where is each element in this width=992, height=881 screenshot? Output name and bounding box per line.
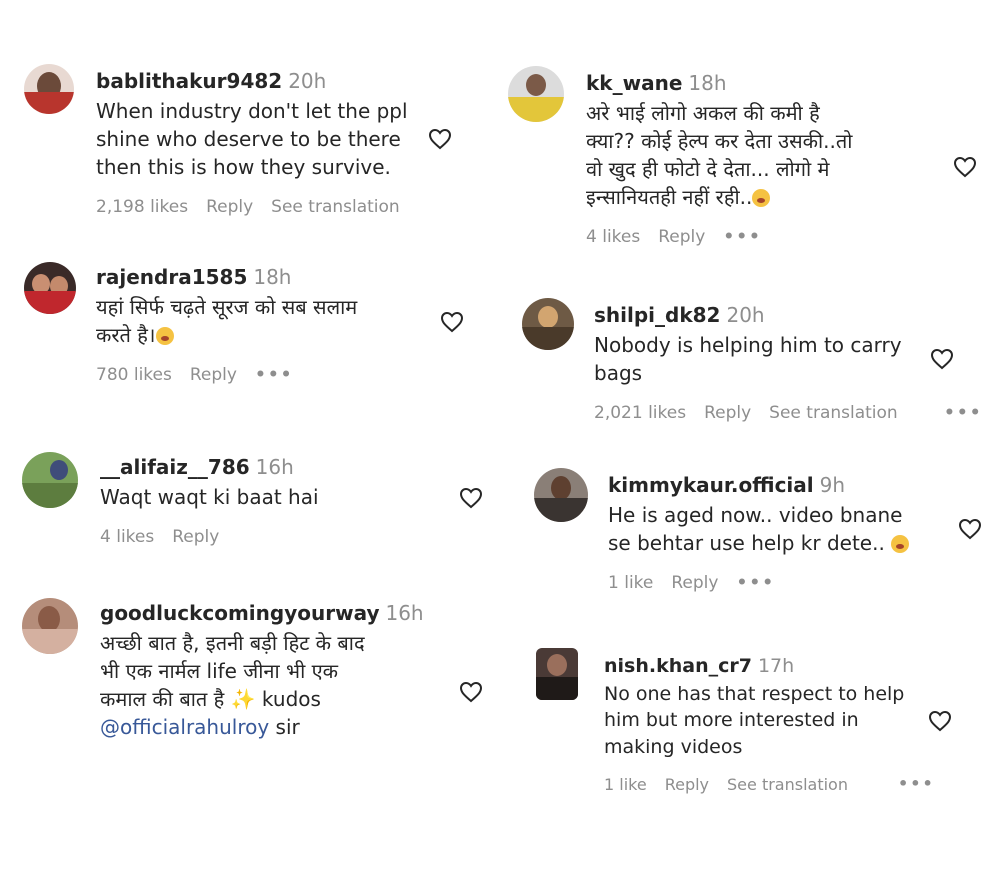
timestamp: 17h — [757, 655, 795, 677]
username[interactable]: rajendra1585 — [96, 265, 247, 289]
comment-text-line: se behtar use help kr dete.. — [608, 531, 885, 555]
likes-count[interactable]: 1 like — [604, 775, 647, 794]
comment-text-line: अरे भाई लोगो अकल की कमी है — [586, 101, 820, 125]
username[interactable]: shilpi_dk82 — [594, 303, 720, 327]
timestamp: 18h — [253, 265, 292, 289]
comment-text-line: इन्सानियतही नहीं रही.. — [586, 185, 753, 209]
timestamp: 9h — [819, 473, 846, 497]
avatar[interactable] — [22, 452, 78, 508]
heart-outline-icon[interactable] — [459, 681, 483, 703]
likes-count[interactable]: 780 likes — [96, 365, 172, 385]
comment-text-line: making videos — [604, 736, 743, 759]
comment-text-line: No one has that respect to help — [604, 682, 905, 705]
more-options-button[interactable]: ••• — [736, 573, 775, 593]
comment-text-line: He is aged now.. video bnane — [608, 503, 903, 527]
mention-link[interactable]: @officialrahulroy — [100, 715, 269, 739]
avatar[interactable] — [22, 598, 78, 654]
comment-text-line: shine who deserve to be there — [96, 127, 401, 151]
likes-count[interactable]: 4 likes — [100, 527, 154, 547]
avatar[interactable] — [508, 66, 564, 122]
heart-outline-icon[interactable] — [928, 710, 952, 732]
username[interactable]: __alifaiz__786 — [100, 455, 250, 479]
more-options-button[interactable]: ••• — [944, 403, 983, 423]
see-translation-link[interactable]: See translation — [769, 403, 898, 423]
heart-outline-icon[interactable] — [428, 128, 452, 150]
avatar[interactable] — [522, 298, 574, 350]
comment-text-line: bags — [594, 361, 643, 385]
see-translation-link[interactable]: See translation — [271, 197, 400, 217]
comment-text-line: Waqt waqt ki baat hai — [100, 485, 319, 509]
comment-text-line: him but more interested in — [604, 709, 859, 732]
timestamp: 20h — [726, 303, 765, 327]
heart-outline-icon[interactable] — [440, 311, 464, 333]
reply-button[interactable]: Reply — [665, 775, 709, 794]
more-options-button[interactable]: ••• — [898, 774, 935, 793]
timestamp: 16h — [385, 601, 424, 625]
more-options-button[interactable]: ••• — [723, 227, 762, 247]
username[interactable]: kimmykaur.official — [608, 473, 814, 497]
comment-text-line: वो खुद ही फोटो दे देता... लोगो मे — [586, 157, 830, 181]
username[interactable]: kk_wane — [586, 71, 682, 95]
avatar[interactable] — [536, 648, 578, 700]
likes-count[interactable]: 2,198 likes — [96, 197, 188, 217]
emoji-icon — [155, 327, 174, 345]
heart-outline-icon[interactable] — [459, 487, 483, 509]
comment-text-line: करते है। — [96, 323, 156, 347]
reply-button[interactable]: Reply — [190, 365, 237, 385]
more-options-button[interactable]: ••• — [255, 365, 294, 385]
comment-text-line: then this is how they survive. — [96, 155, 391, 179]
sparkles-icon: ✨ — [230, 687, 256, 711]
reply-button[interactable]: Reply — [172, 527, 219, 547]
avatar[interactable] — [24, 64, 74, 114]
username[interactable]: nish.khan_cr7 — [604, 655, 752, 677]
likes-count[interactable]: 1 like — [608, 573, 653, 593]
heart-outline-icon[interactable] — [930, 348, 954, 370]
username[interactable]: goodluckcomingyourway — [100, 601, 379, 625]
likes-count[interactable]: 4 likes — [586, 227, 640, 247]
timestamp: 20h — [288, 69, 327, 93]
username[interactable]: bablithakur9482 — [96, 69, 282, 93]
comment-text-line: कमाल की बात है — [100, 687, 225, 711]
comment-text-line: भी एक नार्मल life जीना भी एक — [100, 659, 339, 683]
reply-button[interactable]: Reply — [658, 227, 705, 247]
timestamp: 16h — [255, 455, 294, 479]
reply-button[interactable]: Reply — [704, 403, 751, 423]
reply-button[interactable]: Reply — [206, 197, 253, 217]
heart-outline-icon[interactable] — [953, 156, 977, 178]
avatar[interactable] — [24, 262, 76, 314]
emoji-icon — [752, 189, 771, 207]
likes-count[interactable]: 2,021 likes — [594, 403, 686, 423]
comment-text-extra: kudos — [261, 687, 321, 711]
timestamp: 18h — [688, 71, 727, 95]
comments-screen: { "comments": [ {"user": "bablithakur948… — [0, 0, 992, 881]
comment-text-line: Nobody is helping him to carry — [594, 333, 902, 357]
comment-text-line: अच्छी बात है, इतनी बड़ी हिट के बाद — [100, 631, 365, 655]
heart-outline-icon[interactable] — [958, 518, 982, 540]
see-translation-link[interactable]: See translation — [727, 775, 848, 794]
comment-text-line: यहां सिर्फ चढ़ते सूरज को सब सलाम — [96, 295, 358, 319]
comment-text-suffix: sir — [269, 715, 300, 739]
reply-button[interactable]: Reply — [671, 573, 718, 593]
comment-text-line: When industry don't let the ppl — [96, 99, 408, 123]
avatar[interactable] — [534, 468, 588, 522]
comment-text-line: क्या?? कोई हेल्प कर देता उसकी..तो — [586, 129, 853, 153]
emoji-icon — [891, 535, 910, 553]
